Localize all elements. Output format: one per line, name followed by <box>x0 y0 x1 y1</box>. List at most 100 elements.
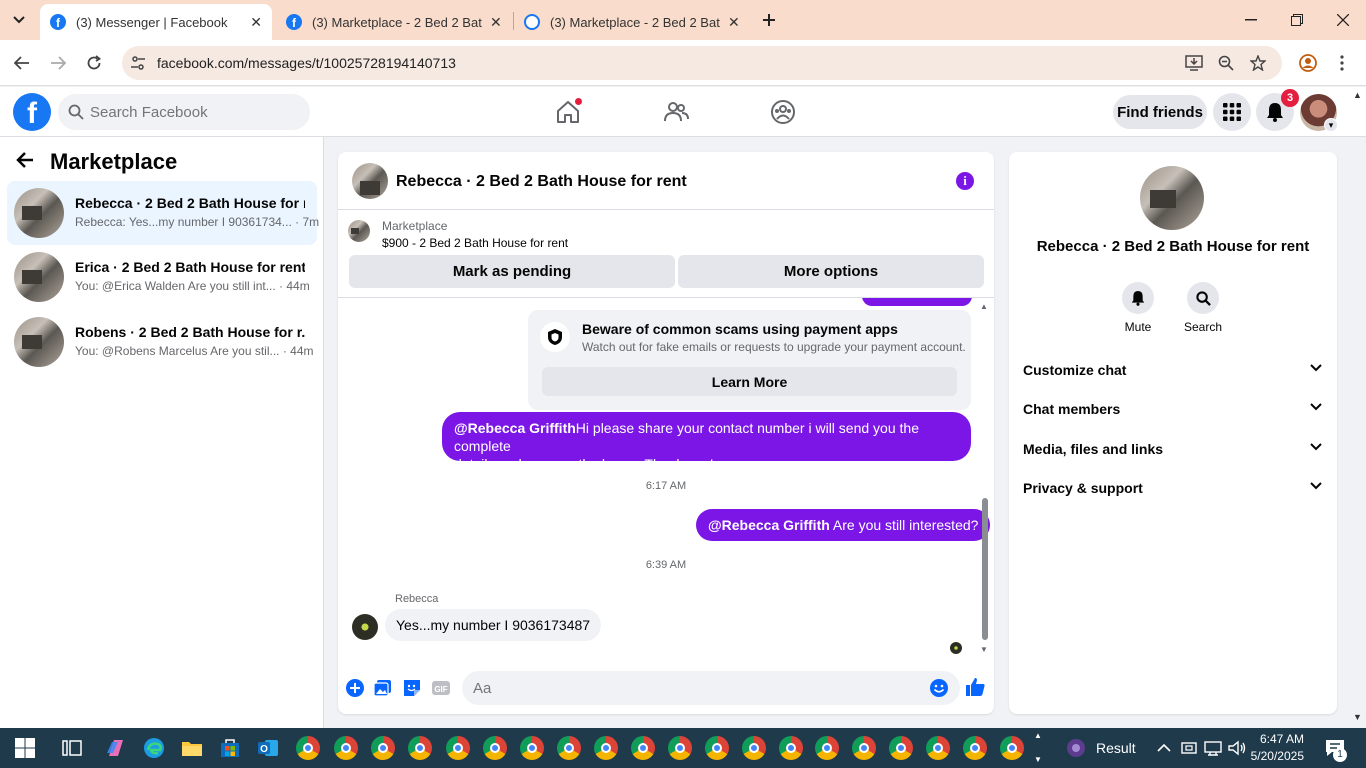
sender-avatar[interactable] <box>352 614 378 640</box>
clock-date[interactable]: 5/20/2025 <box>1244 749 1304 763</box>
conversation-large-avatar[interactable] <box>1140 166 1204 230</box>
incoming-message[interactable]: Yes...my number I 9036173487 <box>385 609 602 641</box>
chrome-icon[interactable] <box>889 736 913 760</box>
scroll-up-arrow-icon[interactable]: ▲ <box>980 302 988 311</box>
taskbar-scroll-up-icon[interactable]: ▲ <box>1034 731 1042 740</box>
back-button[interactable] <box>10 51 34 75</box>
copilot-icon[interactable] <box>104 736 128 760</box>
conversation-item-robens[interactable]: Robens · 2 Bed 2 Bath House for r... You… <box>7 310 317 374</box>
task-view-icon[interactable] <box>60 736 84 760</box>
conversation-item-rebecca[interactable]: Rebecca · 2 Bed 2 Bath House for r... Re… <box>7 181 319 245</box>
close-tab-icon[interactable]: ✕ <box>490 14 502 31</box>
page-scroll-down-icon[interactable]: ▼ <box>1353 712 1362 722</box>
find-friends-button[interactable]: Find friends <box>1113 95 1207 129</box>
minimize-window-button[interactable] <box>1236 8 1266 32</box>
reload-button[interactable] <box>82 51 106 75</box>
back-arrow-icon[interactable] <box>16 149 34 175</box>
taskbar-scroll-down-icon[interactable]: ▼ <box>1034 755 1042 764</box>
chat-title[interactable]: Rebecca · 2 Bed 2 Bath House for rent <box>396 173 687 191</box>
chrome-icon[interactable] <box>963 736 987 760</box>
widget-result-icon[interactable] <box>1064 736 1088 760</box>
outlook-icon[interactable]: O <box>256 736 280 760</box>
account-chevron-down-icon[interactable]: ▾ <box>1324 118 1338 132</box>
chrome-icon[interactable] <box>520 736 544 760</box>
close-tab-icon[interactable]: ✕ <box>728 14 740 31</box>
show-hidden-icons-chevron-up-icon[interactable] <box>1155 736 1173 760</box>
new-tab-button[interactable] <box>754 8 784 32</box>
browser-tab-marketplace-2[interactable]: (3) Marketplace - 2 Bed 2 Bath House ✕ <box>514 4 750 40</box>
chrome-icon[interactable] <box>705 736 729 760</box>
chrome-icon[interactable] <box>742 736 766 760</box>
chat-listing-avatar[interactable] <box>352 163 388 199</box>
search-conversation-button[interactable]: Search <box>1173 282 1233 334</box>
chrome-icon[interactable] <box>371 736 395 760</box>
chat-scrollbar-thumb[interactable] <box>982 498 988 640</box>
friends-icon[interactable] <box>663 99 689 125</box>
chrome-icon[interactable] <box>1000 736 1024 760</box>
close-window-button[interactable] <box>1328 8 1358 32</box>
section-privacy-support[interactable]: Privacy & support <box>1023 473 1323 503</box>
chrome-icon[interactable] <box>557 736 581 760</box>
chrome-icon[interactable] <box>926 736 950 760</box>
facebook-logo-icon[interactable]: f <box>13 93 51 131</box>
microsoft-store-icon[interactable] <box>218 736 242 760</box>
section-customize-chat[interactable]: Customize chat <box>1023 355 1323 385</box>
install-app-icon[interactable] <box>1184 53 1204 73</box>
search-input[interactable] <box>90 94 300 130</box>
chrome-icon[interactable] <box>408 736 432 760</box>
thumbs-up-icon[interactable] <box>964 676 986 698</box>
address-bar[interactable]: facebook.com/messages/t/1002572819414071… <box>122 46 1282 80</box>
site-info-icon[interactable] <box>128 53 148 73</box>
mute-button[interactable]: Mute <box>1108 282 1168 334</box>
chrome-icon[interactable] <box>631 736 655 760</box>
conversation-item-erica[interactable]: Erica · 2 Bed 2 Bath House for rent You:… <box>7 245 317 309</box>
plus-circle-icon[interactable] <box>345 678 365 698</box>
more-options-button[interactable]: More options <box>678 255 984 288</box>
zoom-icon[interactable] <box>1216 53 1236 73</box>
message-input[interactable] <box>473 671 913 705</box>
scroll-down-arrow-icon[interactable]: ▼ <box>980 645 988 654</box>
section-media-files-links[interactable]: Media, files and links <box>1023 434 1323 464</box>
chrome-icon[interactable] <box>594 736 618 760</box>
info-icon[interactable]: i <box>956 172 974 190</box>
edge-icon[interactable] <box>142 736 166 760</box>
groups-icon[interactable] <box>770 99 796 125</box>
chrome-icon[interactable] <box>852 736 876 760</box>
windows-start-icon[interactable] <box>13 736 37 760</box>
bookmark-star-icon[interactable] <box>1248 53 1268 73</box>
gif-icon[interactable]: GIF <box>431 678 451 698</box>
menu-button[interactable] <box>1213 93 1251 131</box>
photo-icon[interactable] <box>373 678 393 698</box>
display-icon[interactable] <box>1180 736 1198 760</box>
section-chat-members[interactable]: Chat members <box>1023 394 1323 424</box>
clock-time[interactable]: 6:47 AM <box>1244 732 1304 746</box>
network-icon[interactable] <box>1203 736 1223 760</box>
listing-price[interactable]: $900 - 2 Bed 2 Bath House for rent <box>382 236 568 250</box>
outgoing-message[interactable]: @Rebecca Griffith Are you still interest… <box>696 509 991 541</box>
chrome-icon-active[interactable] <box>815 736 839 760</box>
learn-more-button[interactable]: Learn More <box>542 367 957 396</box>
outgoing-message[interactable]: @Rebecca GriffithHi please share your co… <box>442 412 971 472</box>
page-scroll-up-icon[interactable]: ▲ <box>1353 90 1362 100</box>
mark-as-pending-button[interactable]: Mark as pending <box>349 255 675 288</box>
chrome-icon[interactable] <box>334 736 358 760</box>
sticker-icon[interactable] <box>402 678 422 698</box>
facebook-search[interactable] <box>58 94 310 130</box>
chrome-icon[interactable] <box>483 736 507 760</box>
message-input-box[interactable] <box>462 671 960 705</box>
chrome-icon[interactable] <box>446 736 470 760</box>
chrome-icon[interactable] <box>296 736 320 760</box>
chrome-icon[interactable] <box>779 736 803 760</box>
widget-label[interactable]: Result <box>1096 740 1136 756</box>
close-tab-icon[interactable]: ✕ <box>250 14 262 31</box>
browser-tab-messenger[interactable]: f (3) Messenger | Facebook ✕ <box>40 4 272 40</box>
tab-search-dropdown[interactable] <box>6 8 32 32</box>
browser-menu-button[interactable] <box>1330 51 1354 75</box>
restore-window-button[interactable] <box>1282 8 1312 32</box>
browser-profile-button[interactable] <box>1296 51 1320 75</box>
emoji-icon[interactable] <box>929 678 949 698</box>
file-explorer-icon[interactable] <box>180 736 204 760</box>
chrome-icon[interactable] <box>668 736 692 760</box>
browser-tab-marketplace-1[interactable]: f (3) Marketplace - 2 Bed 2 Bath House ✕ <box>276 4 512 40</box>
forward-button[interactable] <box>46 51 70 75</box>
